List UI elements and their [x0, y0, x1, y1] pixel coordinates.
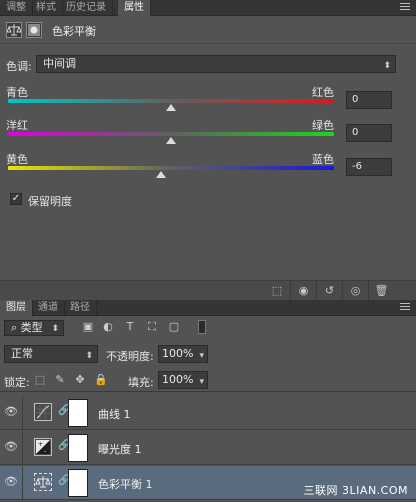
yellow-blue-value[interactable]: -6	[346, 158, 392, 176]
layer-mask-thumbnail[interactable]	[68, 469, 88, 497]
tab-adjustments[interactable]: 调整	[0, 0, 33, 16]
filter-pixel-icon[interactable]: ▣	[82, 321, 94, 333]
tab-styles[interactable]: 样式	[30, 0, 63, 16]
layer-filter-row: ⌕ 类型 ⬍ ▣ ◐ T ⛶ ▢	[0, 316, 416, 340]
divider	[22, 396, 23, 430]
preserve-luminosity-checkbox[interactable]: ✓	[10, 193, 22, 205]
slider-label-left: 洋红	[6, 119, 28, 132]
filter-smart-object-icon[interactable]: ▢	[168, 321, 180, 333]
filter-toggle-icon[interactable]	[198, 320, 206, 334]
tab-properties[interactable]: 属性	[118, 0, 151, 16]
properties-toolbar: ⬚ ◉ ↺ ◎ 🗑	[0, 280, 416, 301]
layer-name[interactable]: 曲线 1	[98, 406, 131, 422]
mask-icon[interactable]	[26, 22, 42, 38]
eye-icon[interactable]: 👁	[4, 475, 18, 489]
properties-title: 色彩平衡	[52, 25, 96, 38]
filter-shape-icon[interactable]: ⛶	[146, 321, 158, 333]
slider-yellow-blue: 黄色 蓝色 -6	[0, 151, 416, 185]
eye-icon[interactable]: 👁	[4, 405, 18, 419]
yellow-blue-track[interactable]	[8, 166, 334, 170]
panel-menu-icon[interactable]	[400, 3, 410, 12]
lock-all-icon[interactable]: 🔒	[94, 374, 108, 386]
layer-mask-thumbnail[interactable]	[68, 399, 88, 427]
slider-label-right: 红色	[312, 86, 334, 99]
opacity-value: 100%	[162, 347, 194, 360]
layer-row[interactable]: 👁 + - 🔗 曝光度 1	[0, 431, 416, 465]
opacity-label: 不透明度:	[106, 350, 154, 363]
blend-mode-value: 正常	[11, 347, 33, 360]
tab-history[interactable]: 历史记录	[60, 0, 113, 16]
slider-magenta-green: 洋红 绿色 0	[0, 117, 416, 151]
blend-row: 正常 ⬍ 不透明度: 100% ▾	[0, 342, 416, 366]
divider	[22, 431, 23, 465]
cyan-red-value[interactable]: 0	[346, 91, 392, 109]
properties-header: 色彩平衡	[0, 16, 416, 44]
slider-label-right: 绿色	[312, 119, 334, 132]
tone-select-value: 中间调	[43, 57, 76, 70]
layer-name[interactable]: 曝光度 1	[98, 441, 142, 457]
svg-text:+: +	[38, 441, 43, 448]
lock-row: 锁定: ⬚ ✎ ✥ 🔒 填充: 100% ▾	[0, 368, 416, 392]
trash-icon[interactable]: 🗑	[368, 281, 394, 301]
watermark: 三联网 3LIAN.COM	[303, 484, 408, 497]
lock-transparent-icon[interactable]: ⬚	[34, 374, 46, 386]
filter-adjustment-icon[interactable]: ◐	[102, 321, 114, 333]
opacity-field[interactable]: 100% ▾	[158, 345, 208, 363]
blend-mode-select[interactable]: 正常 ⬍	[4, 345, 98, 363]
chevron-down-icon[interactable]: ▾	[199, 374, 204, 390]
fill-value: 100%	[162, 373, 194, 386]
reset-icon[interactable]: ↺	[316, 281, 342, 301]
chevron-updown-icon: ⬍	[85, 351, 93, 361]
svg-text:-: -	[44, 448, 46, 455]
cyan-red-thumb[interactable]	[166, 104, 176, 111]
clip-to-layer-icon[interactable]: ⬚	[264, 281, 290, 301]
magenta-green-track[interactable]	[8, 132, 334, 136]
visibility-icon[interactable]: ◎	[342, 281, 368, 301]
yellow-blue-thumb[interactable]	[156, 171, 166, 178]
tone-label: 色调:	[6, 60, 32, 73]
slider-cyan-red: 青色 红色 0	[0, 84, 416, 118]
fill-label: 填充:	[128, 376, 154, 389]
balance-icon	[6, 22, 22, 38]
slider-label-left: 黄色	[6, 153, 28, 166]
top-tab-bar: 调整 样式 历史记录 属性	[0, 0, 416, 16]
filter-type-select[interactable]: ⌕ 类型 ⬍	[4, 320, 64, 336]
filter-type-value: 类型	[20, 321, 43, 334]
lock-position-icon[interactable]: ✥	[74, 374, 86, 386]
search-icon: ⌕	[11, 321, 21, 334]
exposure-icon: + -	[34, 438, 52, 456]
fill-field[interactable]: 100% ▾	[158, 371, 208, 389]
preserve-luminosity-label: 保留明度	[28, 195, 72, 208]
filter-type-icon[interactable]: T	[124, 321, 136, 333]
tab-paths[interactable]: 路径	[64, 300, 97, 316]
chevron-updown-icon: ⬍	[383, 61, 391, 71]
chevron-updown-icon: ⬍	[51, 324, 59, 334]
cyan-red-track[interactable]	[8, 99, 334, 103]
layer-row[interactable]: 👁 🔗 曲线 1	[0, 396, 416, 430]
layer-mask-thumbnail[interactable]	[68, 434, 88, 462]
tab-layers[interactable]: 图层	[0, 300, 33, 316]
lock-image-icon[interactable]: ✎	[54, 374, 66, 386]
lock-label: 锁定:	[4, 376, 30, 389]
tab-channels[interactable]: 通道	[32, 300, 65, 316]
tone-select[interactable]: 中间调 ⬍	[36, 55, 396, 73]
layers-tab-bar: 图层 通道 路径	[0, 300, 416, 316]
slider-label-right: 蓝色	[312, 153, 334, 166]
balance-icon	[34, 473, 52, 491]
view-previous-icon[interactable]: ◉	[290, 281, 316, 301]
layer-name[interactable]: 色彩平衡 1	[98, 476, 153, 492]
magenta-green-value[interactable]: 0	[346, 124, 392, 142]
magenta-green-thumb[interactable]	[166, 137, 176, 144]
slider-label-left: 青色	[6, 86, 28, 99]
chevron-down-icon[interactable]: ▾	[199, 348, 204, 364]
layers-menu-icon[interactable]	[400, 303, 410, 312]
eye-icon[interactable]: 👁	[4, 440, 18, 454]
divider	[22, 466, 23, 500]
curves-icon	[34, 403, 52, 421]
